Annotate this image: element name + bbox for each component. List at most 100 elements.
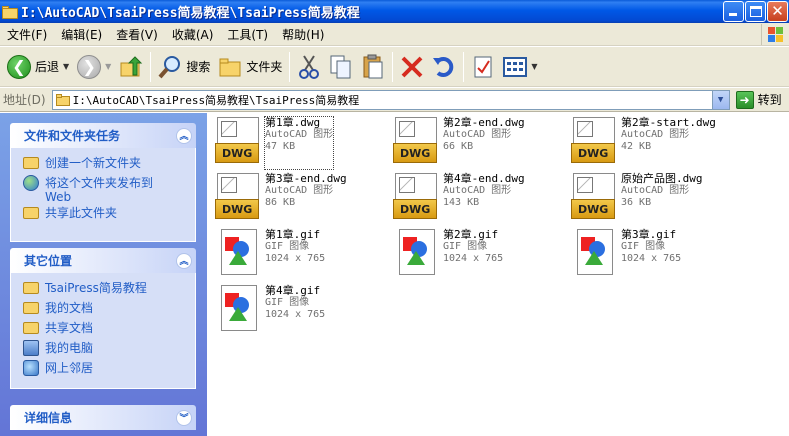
task-pane: 文件和文件夹任务 ︽ 创建一个新文件夹 将这个文件夹发布到 Web 共享此文件夹…: [0, 113, 207, 436]
my-documents-icon: [23, 302, 39, 314]
folder-icon: [2, 5, 18, 19]
toolbar-separator: [150, 51, 152, 82]
details-panel: 详细信息 ︾: [10, 405, 196, 430]
dwg-file-icon: DWG: [215, 173, 263, 221]
forward-arrow-icon: ❯: [77, 54, 102, 79]
folder-icon: [55, 93, 70, 106]
go-arrow-icon: ➜: [735, 90, 754, 109]
panel-title: 其它位置: [24, 254, 73, 268]
copy-button[interactable]: [325, 50, 357, 84]
file-item[interactable]: DWG 原始产品图.dwg AutoCAD 图形 36 KB: [571, 173, 746, 225]
menu-view[interactable]: 查看(V): [109, 26, 165, 43]
go-button[interactable]: ➜ 转到: [735, 90, 782, 109]
views-button[interactable]: ▼: [499, 50, 541, 84]
places-panel-header[interactable]: 其它位置 ︽: [10, 248, 196, 273]
menu-file[interactable]: 文件(F): [0, 26, 54, 43]
maximize-button[interactable]: [745, 1, 766, 22]
back-button[interactable]: ❮ 后退 ▼: [3, 50, 73, 84]
collapse-icon[interactable]: ︽: [176, 252, 192, 269]
file-item[interactable]: 第3章.gif GIF 图像 1024 x 765: [571, 229, 746, 281]
gif-image-icon: [393, 229, 441, 277]
folders-button[interactable]: 文件夹: [214, 50, 286, 84]
tasks-panel: 文件和文件夹任务 ︽ 创建一个新文件夹 将这个文件夹发布到 Web 共享此文件夹: [10, 123, 196, 242]
title-bar[interactable]: I:\AutoCAD\TsaiPress简易教程\TsaiPress简易教程 ✕: [0, 0, 789, 23]
gif-image-icon: [571, 229, 619, 277]
expand-icon[interactable]: ︾: [176, 409, 192, 426]
gif-image-icon: [215, 229, 263, 277]
file-item[interactable]: DWG 第4章-end.dwg AutoCAD 图形 143 KB: [393, 173, 568, 225]
file-item[interactable]: 第1章.gif GIF 图像 1024 x 765: [215, 229, 390, 281]
place-my-computer[interactable]: 我的电脑: [23, 339, 195, 359]
paste-button[interactable]: [357, 50, 389, 84]
file-item[interactable]: DWG 第2章-end.dwg AutoCAD 图形 66 KB: [393, 117, 568, 169]
gif-image-icon: [215, 285, 263, 333]
cut-button[interactable]: [293, 50, 325, 84]
folders-label: 文件夹: [246, 60, 283, 74]
file-list: DWG 第1章.dwg AutoCAD 图形 47 KB DWG 第2章-end.d…: [207, 113, 789, 436]
dwg-file-icon: DWG: [571, 173, 619, 221]
properties-button[interactable]: [467, 50, 499, 84]
toolbar-separator: [289, 51, 291, 82]
details-panel-header[interactable]: 详细信息 ︾: [10, 405, 196, 430]
computer-icon: [23, 340, 39, 356]
menu-edit[interactable]: 编辑(E): [54, 26, 109, 43]
chevron-down-icon[interactable]: ▼: [531, 62, 537, 71]
toolbar-separator: [463, 51, 465, 82]
place-network[interactable]: 网上邻居: [23, 359, 195, 379]
address-label: 地址(D): [3, 93, 46, 107]
back-arrow-icon: ❮: [7, 54, 31, 79]
folder-up-icon: [120, 55, 143, 76]
file-item[interactable]: 第2章.gif GIF 图像 1024 x 765: [393, 229, 568, 281]
search-label: 搜索: [186, 60, 211, 74]
shared-documents-icon: [23, 322, 39, 334]
tasks-panel-header[interactable]: 文件和文件夹任务 ︽: [10, 123, 196, 148]
place-parent-folder[interactable]: TsaiPress简易教程: [23, 279, 195, 299]
place-shared-documents[interactable]: 共享文档: [23, 319, 195, 339]
file-item[interactable]: 第4章.gif GIF 图像 1024 x 765: [215, 285, 390, 337]
address-bar: 地址(D) I:\AutoCAD\TsaiPress简易教程\TsaiPress…: [0, 88, 789, 112]
toolbar-separator: [392, 51, 394, 82]
chevron-down-icon[interactable]: ▼: [711, 90, 729, 109]
file-item[interactable]: DWG 第1章.dwg AutoCAD 图形 47 KB: [215, 116, 390, 170]
toolbar: ❮ 后退 ▼ ❯ ▼ 搜索 文件夹 ▼: [0, 47, 789, 87]
panel-title: 详细信息: [24, 411, 73, 425]
delete-button[interactable]: [396, 50, 428, 84]
search-button[interactable]: 搜索: [154, 50, 214, 84]
address-input[interactable]: I:\AutoCAD\TsaiPress简易教程\TsaiPress简易教程 ▼: [51, 89, 730, 110]
new-folder-icon: [23, 157, 39, 169]
dwg-file-icon: DWG: [215, 117, 263, 165]
file-item[interactable]: DWG 第2章-start.dwg AutoCAD 图形 42 KB: [571, 117, 746, 169]
chevron-down-icon[interactable]: ▼: [105, 62, 111, 71]
task-share-folder[interactable]: 共享此文件夹: [23, 204, 195, 224]
file-item[interactable]: DWG 第3章-end.dwg AutoCAD 图形 86 KB: [215, 173, 390, 225]
go-label: 转到: [757, 93, 782, 107]
up-button[interactable]: [115, 50, 147, 84]
place-my-documents[interactable]: 我的文档: [23, 299, 195, 319]
undo-icon: [433, 56, 454, 77]
task-publish-web[interactable]: 将这个文件夹发布到 Web: [23, 174, 195, 204]
chevron-down-icon[interactable]: ▼: [63, 62, 69, 71]
dwg-file-icon: DWG: [571, 117, 619, 165]
menu-tools[interactable]: 工具(T): [220, 26, 275, 43]
menu-help[interactable]: 帮助(H): [275, 26, 331, 43]
collapse-icon[interactable]: ︽: [176, 127, 192, 144]
back-label: 后退: [35, 60, 60, 74]
properties-icon: [474, 56, 492, 77]
views-icon: [503, 56, 528, 77]
delete-icon: [401, 56, 423, 77]
paste-icon: [363, 54, 383, 78]
menu-favorites[interactable]: 收藏(A): [165, 26, 221, 43]
minimize-button[interactable]: [723, 1, 744, 22]
address-value: I:\AutoCAD\TsaiPress简易教程\TsaiPress简易教程: [72, 93, 360, 107]
copy-icon: [330, 55, 351, 78]
places-panel: 其它位置 ︽ TsaiPress简易教程 我的文档 共享文档 我的电脑 网上邻居: [10, 248, 196, 389]
undo-button[interactable]: [428, 50, 460, 84]
menu-bar: 文件(F) 编辑(E) 查看(V) 收藏(A) 工具(T) 帮助(H): [0, 23, 789, 46]
close-button[interactable]: ✕: [767, 1, 788, 22]
dwg-file-icon: DWG: [393, 173, 441, 221]
forward-button[interactable]: ❯ ▼: [73, 50, 115, 84]
window-title: I:\AutoCAD\TsaiPress简易教程\TsaiPress简易教程: [21, 6, 360, 21]
folders-icon: [219, 58, 241, 76]
share-folder-icon: [23, 207, 39, 219]
task-new-folder[interactable]: 创建一个新文件夹: [23, 154, 195, 174]
